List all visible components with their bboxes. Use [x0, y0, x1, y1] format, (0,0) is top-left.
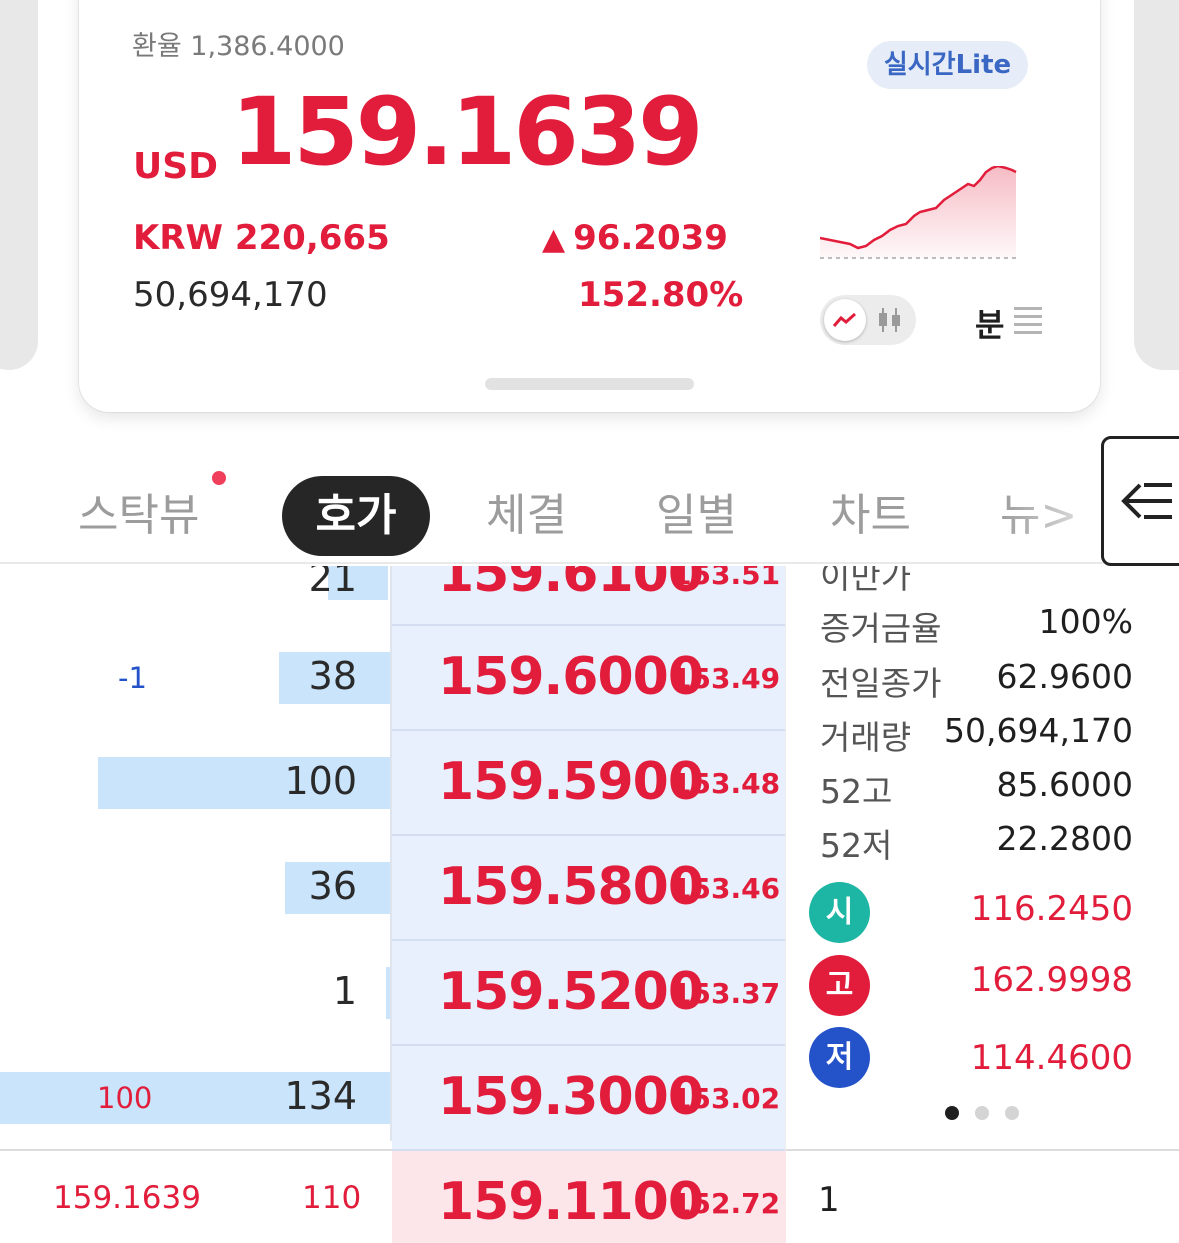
order-book: 21 159.6100 153.51 -1 38 159.6000 153.49…	[0, 566, 1179, 1243]
side-panel-button[interactable]	[1101, 436, 1179, 566]
page-indicator-dot-active[interactable]	[945, 1106, 959, 1120]
ask-rate: 153.46	[672, 872, 781, 905]
ask-rate: 153.51	[672, 566, 781, 591]
last-trade-qty: 110	[302, 1180, 362, 1216]
current-price: 159.1639	[231, 78, 704, 187]
list-icon[interactable]	[1014, 305, 1042, 335]
up-triangle-icon: ▲	[542, 222, 566, 257]
ask-rate: 153.48	[672, 767, 781, 800]
krw-price: KRW 220,665	[133, 218, 390, 258]
ask-qty: 38	[308, 654, 357, 698]
ask-price[interactable]: 159.5800	[438, 857, 704, 917]
price-change-value: 96.2039	[573, 218, 728, 258]
high-badge: 고	[809, 955, 870, 1016]
info-value-volume: 50,694,170	[944, 711, 1133, 750]
info-value-52w-low: 22.2800	[996, 819, 1133, 858]
page-indicator-dot[interactable]	[1005, 1106, 1019, 1120]
candlestick-icon[interactable]	[876, 307, 904, 333]
ask-price[interactable]: 159.5200	[438, 962, 704, 1022]
tab-daily[interactable]: 일별	[656, 476, 737, 556]
last-trade-price: 159.1639	[53, 1180, 201, 1216]
tab-trades[interactable]: 체결	[486, 476, 567, 556]
low-badge: 저	[809, 1027, 870, 1088]
high-price: 162.9998	[970, 960, 1133, 1000]
info-label-52w-high: 52고	[820, 772, 893, 811]
info-label-volume: 거래량	[820, 718, 912, 757]
chart-interval[interactable]: 분	[975, 300, 1004, 346]
info-label-prev-close: 전일종가	[820, 664, 942, 703]
ask-qty: 36	[308, 864, 357, 908]
info-label-margin: 증거금율	[820, 609, 942, 648]
qty-column-divider	[390, 566, 392, 1141]
info-label-cut: 이만가	[820, 566, 912, 596]
ask-qty-change: -1	[118, 661, 147, 695]
chart-type-toggle[interactable]	[820, 295, 916, 345]
ask-rate: 153.02	[672, 1082, 781, 1115]
low-price: 114.4600	[970, 1038, 1133, 1078]
tab-orderbook[interactable]: 호가	[282, 476, 430, 556]
ask-qty: 134	[284, 1074, 357, 1118]
ask-bid-separator	[0, 1149, 392, 1151]
next-card-edge[interactable]	[1134, 0, 1179, 370]
ask-rate: 153.37	[672, 977, 781, 1010]
ask-price[interactable]: 159.3000	[438, 1067, 704, 1127]
tab-fade-overlay	[1000, 440, 1110, 560]
ask-price[interactable]: 159.5900	[438, 752, 704, 812]
ask-price[interactable]: 159.6100	[438, 566, 704, 604]
ask-rate: 153.49	[672, 662, 781, 695]
drag-handle[interactable]	[485, 378, 694, 390]
exchange-rate: 환율 1,386.4000	[132, 31, 345, 62]
open-badge: 시	[809, 882, 870, 943]
currency-label: USD	[133, 146, 219, 187]
price-change: ▲ 96.2039	[542, 218, 728, 258]
quote-card: 환율 1,386.4000 실시간Lite USD 159.1639 KRW 2…	[79, 0, 1100, 412]
info-label-52w-low: 52저	[820, 826, 893, 865]
info-value-52w-high: 85.6000	[996, 765, 1133, 804]
ask-qty: 100	[284, 759, 357, 803]
ask-qty: 21	[308, 566, 357, 600]
tab-stockview[interactable]: 스탁뷰	[78, 476, 199, 556]
sparkline-chart[interactable]	[820, 166, 1020, 266]
ask-price[interactable]: 159.6000	[438, 647, 704, 707]
realtime-lite-badge[interactable]: 실시간Lite	[867, 41, 1028, 89]
open-price: 116.2450	[970, 889, 1133, 929]
arrow-left-icon	[1121, 483, 1172, 519]
bid-price[interactable]: 159.1100	[438, 1172, 704, 1232]
volume: 50,694,170	[133, 275, 328, 315]
info-column-divider	[785, 566, 786, 1243]
line-chart-icon[interactable]	[824, 299, 866, 341]
info-value-prev-close: 62.9600	[996, 657, 1133, 696]
ask-bid-separator	[786, 1149, 1179, 1151]
page-indicator-dot[interactable]	[975, 1106, 989, 1120]
bid-rate: 152.72	[672, 1187, 781, 1220]
bid-qty: 1	[818, 1180, 840, 1220]
ask-qty-change: 100	[97, 1081, 153, 1115]
change-percent: 152.80%	[578, 275, 744, 315]
info-value-margin: 100%	[1038, 602, 1133, 641]
tab-chart[interactable]: 차트	[830, 476, 911, 556]
ask-qty: 1	[332, 969, 357, 1013]
prev-card-edge[interactable]	[0, 0, 38, 370]
new-dot-badge	[212, 471, 226, 485]
